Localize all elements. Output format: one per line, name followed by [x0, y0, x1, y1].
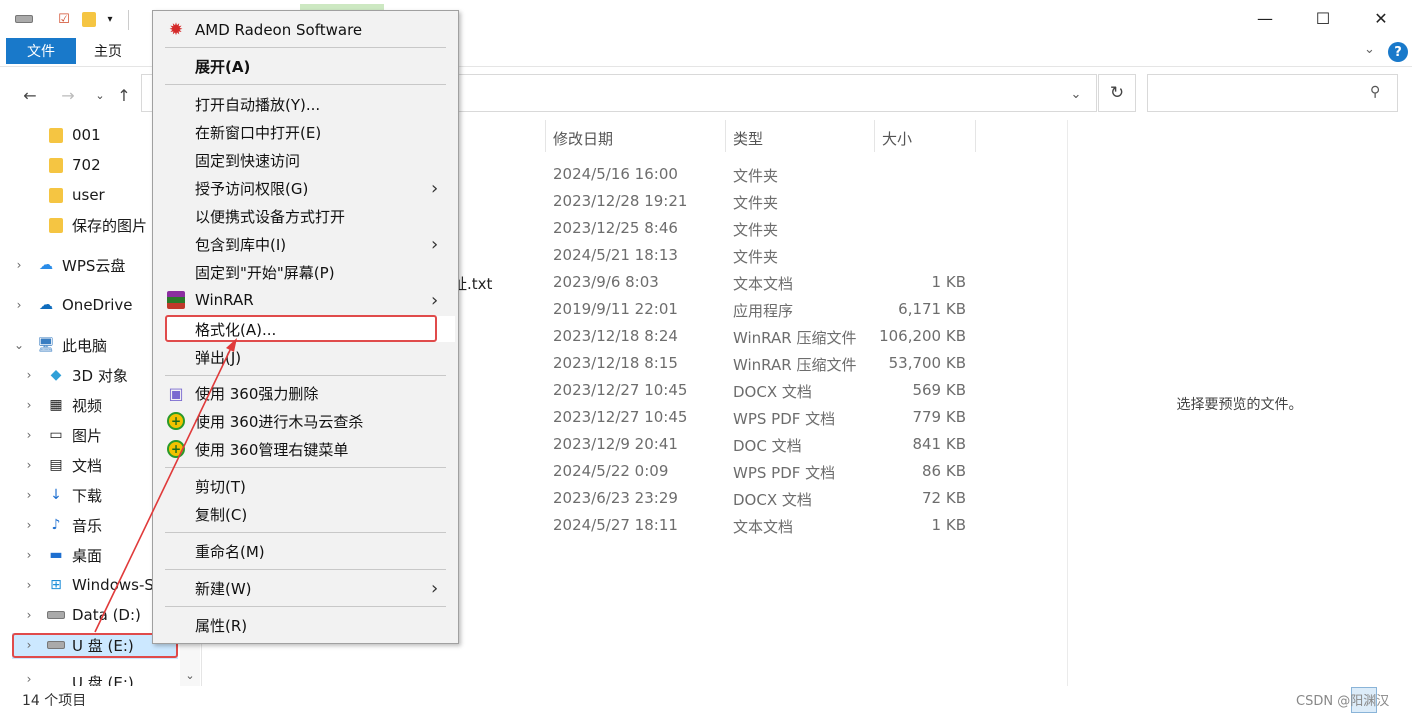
annotation-arrow	[94, 338, 237, 633]
